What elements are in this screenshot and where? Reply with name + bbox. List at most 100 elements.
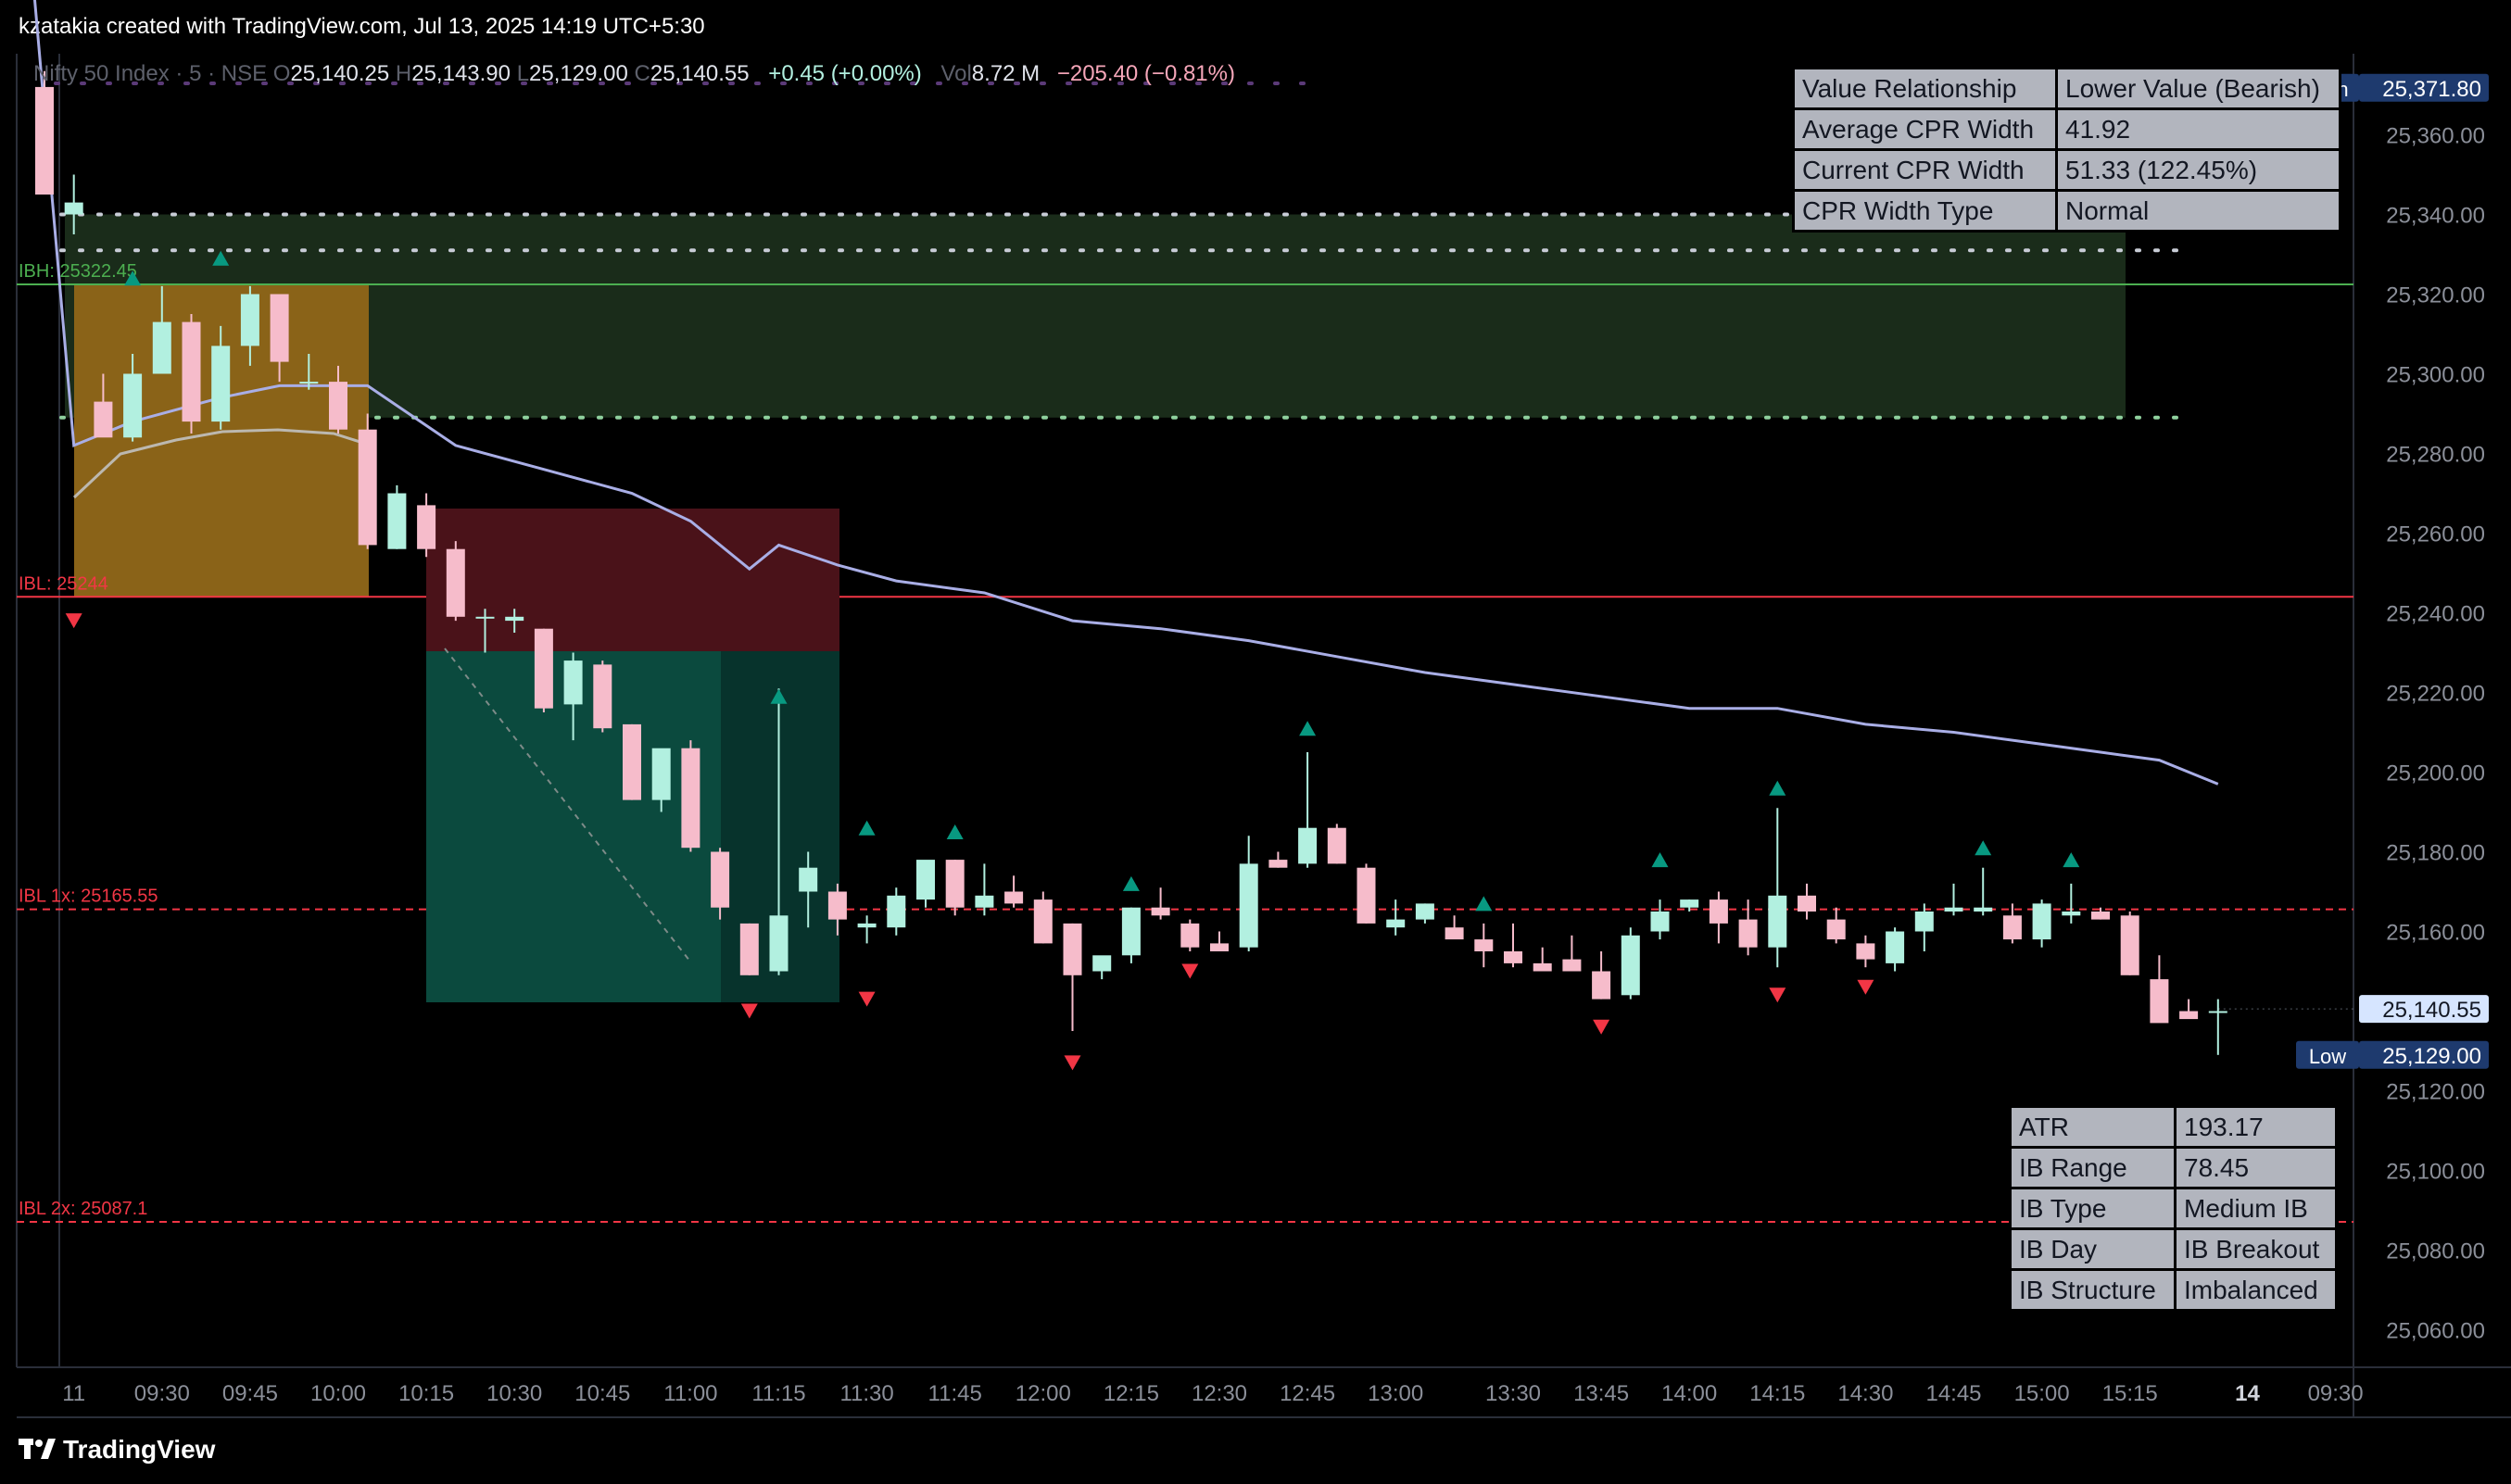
y-axis-tick-label: 25,240.00 [2386, 602, 2485, 627]
candle-body [1621, 935, 1640, 996]
x-axis-tick-label: 12:30 [1192, 1381, 1247, 1406]
tradingview-logo[interactable]: TradingView [19, 1435, 215, 1465]
candle-body [534, 628, 553, 709]
candle-body [1415, 903, 1434, 920]
candle-body [1210, 943, 1229, 951]
x-axis-tick-label: 09:30 [2308, 1381, 2364, 1406]
legend-low: 25,129.00 [529, 61, 628, 86]
cell-value: Imbalanced [2174, 1268, 2338, 1312]
y-axis-tick-label: 25,280.00 [2386, 443, 2485, 468]
candle-body [651, 748, 671, 800]
table-row: CPR Width Type Normal [1792, 189, 2341, 233]
legend-vol-label: Vol [940, 61, 972, 86]
footer-bar [0, 1419, 2511, 1484]
candle-body [1386, 919, 1406, 928]
candle-body [505, 616, 524, 622]
cell-label: IB Type [2009, 1187, 2177, 1230]
x-axis-tick-label: 10:30 [486, 1381, 542, 1406]
candle-body [887, 895, 906, 928]
cell-value: Medium IB [2174, 1187, 2338, 1230]
candle-body [1914, 912, 1934, 932]
candle-body [1327, 827, 1346, 864]
cell-label: ATR [2009, 1105, 2177, 1149]
y-axis-tick-label: 25,220.00 [2386, 682, 2485, 707]
x-axis-tick-label: 09:30 [134, 1381, 190, 1406]
candle-body [299, 382, 319, 384]
x-axis-tick-label: 13:45 [1573, 1381, 1629, 1406]
candle-body [945, 860, 965, 908]
candle-body [358, 429, 377, 546]
candle-body [1268, 860, 1288, 868]
y-axis-tick-label: 25,200.00 [2386, 761, 2485, 786]
candle-body [916, 860, 935, 900]
x-axis-tick-label: 14:45 [1925, 1381, 1981, 1406]
cpr-info-table: Value Relationship Lower Value (Bearish) … [1792, 67, 2341, 233]
x-axis-tick-label: 10:00 [310, 1381, 366, 1406]
cell-label: Current CPR Width [1792, 148, 2058, 192]
candle-body [329, 382, 347, 430]
candle-body [182, 321, 201, 422]
candle-body [2002, 915, 2022, 940]
candle-body [387, 493, 407, 549]
x-axis-tick-label: 13:00 [1368, 1381, 1423, 1406]
level-label: IBL: 25244 [19, 573, 108, 594]
legend-open: 25,140.25 [290, 61, 390, 86]
candle-body [1474, 939, 1494, 951]
legend-high: 25,143.90 [411, 61, 511, 86]
level-label: IBL 1x: 25165.55 [19, 887, 158, 907]
candle-body [1151, 907, 1170, 916]
cell-value: 41.92 [2055, 107, 2341, 151]
candle-body [475, 616, 495, 619]
candle-body [1856, 943, 1875, 960]
candle-body [711, 851, 730, 908]
candle-body [1826, 919, 1846, 940]
table-row: IB Type Medium IB [2009, 1187, 2338, 1230]
cell-label: CPR Width Type [1792, 189, 2058, 233]
candle-body [1092, 955, 1112, 972]
y-axis-tick-label: 25,160.00 [2386, 921, 2485, 946]
candle-body [1768, 895, 1787, 948]
candle-body [1298, 827, 1318, 864]
candle-body [270, 294, 289, 362]
cell-label: IB Structure [2009, 1268, 2177, 1312]
table-row: IB Structure Imbalanced [2009, 1268, 2338, 1312]
y-axis-tick-label: 25,060.00 [2386, 1319, 2485, 1344]
candle-body [1738, 919, 1758, 948]
high-price-label: 25,371.80 [2382, 77, 2481, 102]
x-axis-tick-label: 15:15 [2102, 1381, 2158, 1406]
candle-body [681, 748, 700, 849]
legend-o-label: O [272, 61, 291, 86]
candle-body [563, 660, 583, 705]
cpr-zone [65, 214, 2126, 418]
x-axis-tick-label: 10:45 [574, 1381, 630, 1406]
x-axis-tick-label: 11:00 [663, 1381, 717, 1406]
candle-body [1445, 927, 1464, 940]
symbol-legend: Nifty 50 Index · 5 · NSE O25,140.25 H25,… [33, 61, 1235, 87]
candle-body [1121, 907, 1141, 956]
x-axis-tick-label: 11 [62, 1381, 85, 1406]
table-row: Value Relationship Lower Value (Bearish) [1792, 67, 2341, 110]
candle-body [123, 373, 143, 438]
candle-body [211, 346, 231, 422]
y-axis-tick-label: 25,120.00 [2386, 1080, 2485, 1105]
candle-body [417, 505, 436, 549]
tradingview-logo-icon [19, 1439, 56, 1459]
x-axis-tick-label: 14:30 [1837, 1381, 1893, 1406]
legend-close: 25,140.55 [650, 61, 750, 86]
x-axis-tick-label: 12:00 [1016, 1381, 1071, 1406]
candle-body [1004, 891, 1024, 904]
candle-body [2179, 1011, 2199, 1020]
candle-body [35, 86, 54, 195]
candle-body [975, 895, 994, 908]
risk-box [426, 509, 839, 651]
legend-volume: 8.72 M [971, 61, 1041, 86]
candle-body [2208, 1011, 2227, 1013]
candle-body [152, 321, 171, 374]
low-price-label-tag: Low [2309, 1045, 2346, 1068]
candle-body [769, 915, 789, 972]
x-axis-tick-label: 14 [2235, 1381, 2260, 1406]
y-axis-tick-label: 25,340.00 [2386, 204, 2485, 229]
cell-value: Lower Value (Bearish) [2055, 67, 2341, 110]
table-row: IB Range 78.45 [2009, 1146, 2338, 1189]
x-axis-tick-label: 10:15 [398, 1381, 454, 1406]
